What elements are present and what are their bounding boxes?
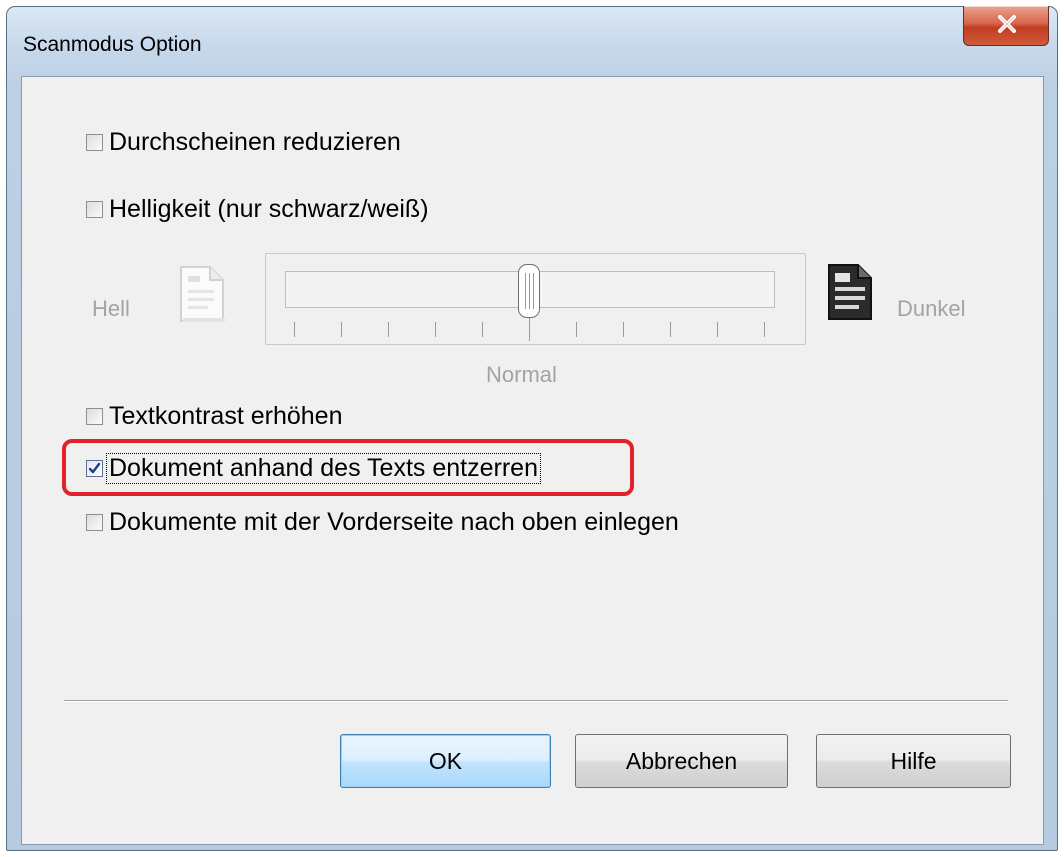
slider-tick xyxy=(576,322,577,337)
checkbox-box[interactable] xyxy=(86,459,103,477)
slider-tick xyxy=(717,322,718,337)
dialog-window: Scanmodus Option Durchscheinen reduziere… xyxy=(6,6,1058,851)
dialog-client-area: Durchscheinen reduzieren Helligkeit (nur… xyxy=(21,76,1044,845)
slider-tick xyxy=(294,322,295,337)
slider-tick xyxy=(764,322,765,337)
checkbox-label: Helligkeit (nur schwarz/weiß) xyxy=(109,194,429,223)
slider-tick xyxy=(482,322,483,337)
title-bar[interactable]: Scanmodus Option xyxy=(7,6,1057,77)
slider-tick xyxy=(529,318,530,341)
checkbox-box[interactable] xyxy=(86,407,103,425)
slider-right-label: Dunkel xyxy=(897,296,966,321)
dialog-title: Scanmodus Option xyxy=(23,33,202,56)
checkbox-reduce-bleed[interactable]: Durchscheinen reduzieren xyxy=(86,125,401,159)
slider-tick xyxy=(341,322,342,337)
checkbox-label: Dokument anhand des Texts entzerren xyxy=(109,453,538,482)
checkbox-text-contrast[interactable]: Textkontrast erhöhen xyxy=(86,399,342,433)
checkbox-label: Dokumente mit der Vorderseite nach oben … xyxy=(109,507,679,536)
checkbox-brightness[interactable]: Helligkeit (nur schwarz/weiß) xyxy=(86,192,429,226)
slider-left-label: Hell xyxy=(92,296,130,321)
cancel-button[interactable]: Abbrechen xyxy=(575,734,788,788)
checkbox-face-up[interactable]: Dokumente mit der Vorderseite nach oben … xyxy=(86,505,679,539)
ok-button[interactable]: OK xyxy=(340,734,551,788)
checkbox-box[interactable] xyxy=(86,133,103,151)
slider-tick xyxy=(435,322,436,337)
help-button[interactable]: Hilfe xyxy=(816,734,1011,788)
slider-tick xyxy=(388,322,389,337)
checkmark-icon xyxy=(88,462,101,473)
close-icon xyxy=(998,15,1016,33)
slider-tick xyxy=(623,322,624,337)
dark-document-icon xyxy=(828,264,872,320)
slider-center-label: Normal xyxy=(486,362,557,387)
close-button[interactable] xyxy=(963,6,1049,46)
checkbox-box[interactable] xyxy=(86,513,103,531)
checkbox-box[interactable] xyxy=(86,200,103,218)
checkbox-label: Textkontrast erhöhen xyxy=(109,401,343,430)
slider-tick xyxy=(670,322,671,337)
slider-thumb[interactable] xyxy=(518,264,540,318)
brightness-slider[interactable] xyxy=(265,253,806,345)
light-document-icon xyxy=(180,266,225,322)
separator-line xyxy=(64,700,1008,702)
checkbox-deskew[interactable]: Dokument anhand des Texts entzerren xyxy=(86,451,541,485)
focus-rectangle: Dokument anhand des Texts entzerren xyxy=(106,452,541,484)
checkbox-label: Durchscheinen reduzieren xyxy=(109,127,401,156)
